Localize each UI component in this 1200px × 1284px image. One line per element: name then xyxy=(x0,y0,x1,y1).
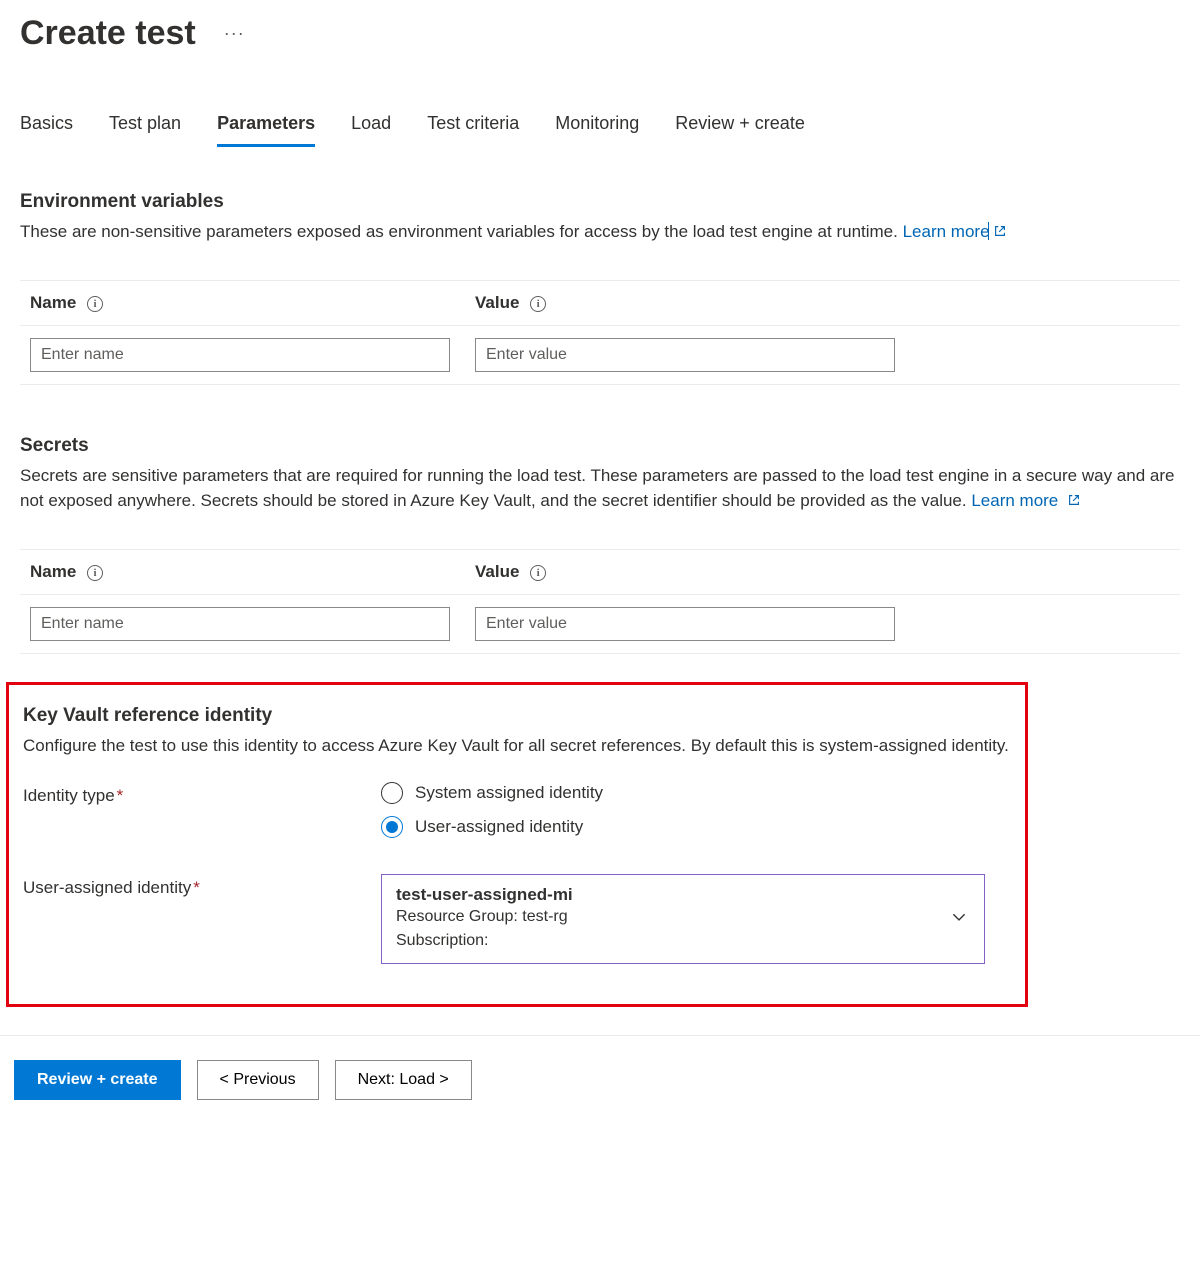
radio-label: System assigned identity xyxy=(415,783,603,803)
user-assigned-identity-dropdown[interactable]: test-user-assigned-mi Resource Group: te… xyxy=(381,874,985,964)
radio-icon xyxy=(381,782,403,804)
footer-divider xyxy=(0,1035,1200,1036)
env-value-input[interactable] xyxy=(475,338,895,372)
secrets-desc: Secrets are sensitive parameters that ar… xyxy=(20,463,1180,515)
env-table: Name i Value i xyxy=(20,280,1180,385)
secrets-name-input[interactable] xyxy=(30,607,450,641)
radio-user-assigned[interactable]: User-assigned identity xyxy=(381,816,603,838)
tabs: Basics Test plan Parameters Load Test cr… xyxy=(20,113,1180,147)
env-learn-more-link[interactable]: Learn more xyxy=(903,222,1007,241)
env-section-title: Environment variables xyxy=(20,191,1180,213)
environment-variables-section: Environment variables These are non-sens… xyxy=(20,191,1180,385)
review-create-button[interactable]: Review + create xyxy=(14,1060,181,1100)
secrets-name-header: Name xyxy=(30,562,76,581)
page-title: Create test xyxy=(20,14,196,53)
env-desc-text: These are non-sensitive parameters expos… xyxy=(20,222,903,241)
key-vault-identity-callout: Key Vault reference identity Configure t… xyxy=(6,682,1028,1008)
env-value-header: Value xyxy=(475,293,519,312)
info-icon[interactable]: i xyxy=(87,296,103,312)
identity-type-radio-group: System assigned identity User-assigned i… xyxy=(381,782,603,838)
tab-monitoring[interactable]: Monitoring xyxy=(555,113,639,147)
kv-desc: Configure the test to use this identity … xyxy=(23,733,1011,759)
identity-type-label: Identity type* xyxy=(23,782,381,806)
secrets-table: Name i Value i xyxy=(20,549,1180,654)
external-link-icon xyxy=(993,220,1007,246)
more-icon[interactable]: ··· xyxy=(224,23,245,44)
next-button[interactable]: Next: Load > xyxy=(335,1060,472,1100)
tab-review-create[interactable]: Review + create xyxy=(675,113,805,147)
env-desc: These are non-sensitive parameters expos… xyxy=(20,219,1180,246)
info-icon[interactable]: i xyxy=(530,296,546,312)
radio-system-assigned[interactable]: System assigned identity xyxy=(381,782,603,804)
info-icon[interactable]: i xyxy=(530,565,546,581)
secrets-section: Secrets Secrets are sensitive parameters… xyxy=(20,435,1180,654)
dropdown-subscription: Subscription: xyxy=(396,929,944,953)
env-name-header: Name xyxy=(30,293,76,312)
user-assigned-identity-label: User-assigned identity* xyxy=(23,874,381,898)
secrets-section-title: Secrets xyxy=(20,435,1180,457)
secrets-value-header: Value xyxy=(475,562,519,581)
radio-icon xyxy=(381,816,403,838)
env-name-input[interactable] xyxy=(30,338,450,372)
tab-test-criteria[interactable]: Test criteria xyxy=(427,113,519,147)
footer-buttons: Review + create < Previous Next: Load > xyxy=(14,1060,1180,1100)
external-link-icon xyxy=(1067,489,1081,515)
tab-test-plan[interactable]: Test plan xyxy=(109,113,181,147)
chevron-down-icon xyxy=(950,908,968,931)
tab-parameters[interactable]: Parameters xyxy=(217,113,315,147)
kv-section-title: Key Vault reference identity xyxy=(23,705,1011,727)
tab-basics[interactable]: Basics xyxy=(20,113,73,147)
secrets-value-input[interactable] xyxy=(475,607,895,641)
dropdown-resource-group: Resource Group: test-rg xyxy=(396,905,944,929)
radio-label: User-assigned identity xyxy=(415,817,583,837)
secrets-learn-more-link[interactable]: Learn more xyxy=(971,491,1081,510)
tab-load[interactable]: Load xyxy=(351,113,391,147)
previous-button[interactable]: < Previous xyxy=(197,1060,319,1100)
info-icon[interactable]: i xyxy=(87,565,103,581)
dropdown-identity-name: test-user-assigned-mi xyxy=(396,885,944,905)
